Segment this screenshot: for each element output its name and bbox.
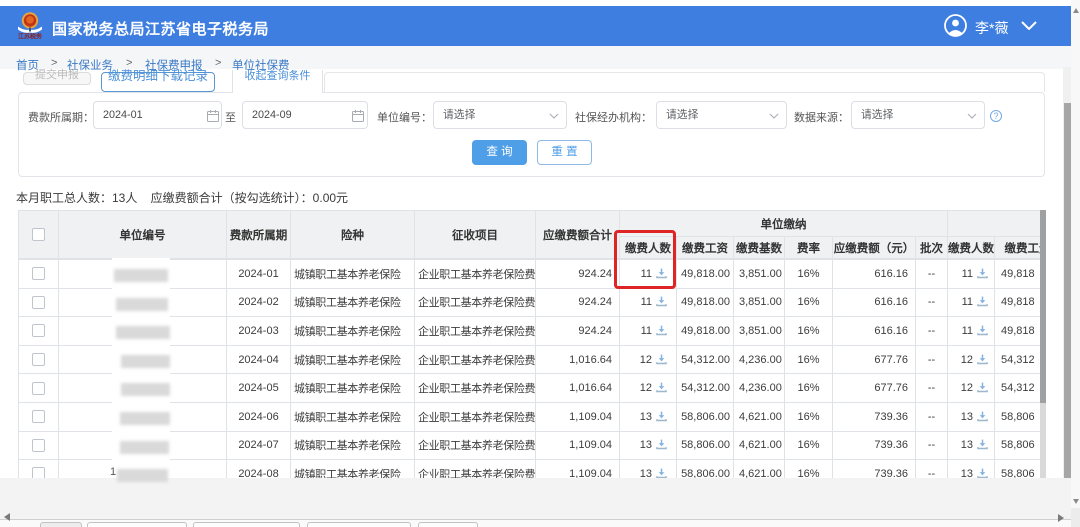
svg-text:江苏税务: 江苏税务	[18, 33, 43, 41]
